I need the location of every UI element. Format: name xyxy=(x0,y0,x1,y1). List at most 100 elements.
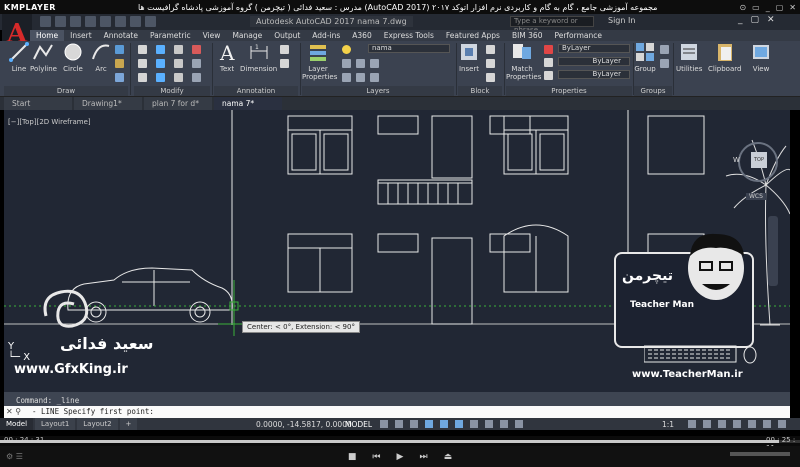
customization-icon[interactable] xyxy=(778,420,786,428)
play-icon[interactable]: ▶ xyxy=(397,452,404,462)
scale-icon[interactable] xyxy=(156,73,165,82)
workspace-switch-icon[interactable] xyxy=(688,420,696,428)
tab-bim360[interactable]: BIM 360 xyxy=(506,30,549,41)
tab-home[interactable]: Home xyxy=(30,30,65,41)
layer-tool-icon[interactable] xyxy=(356,73,365,82)
block-group-label[interactable]: Block xyxy=(458,86,502,96)
tab-express-tools[interactable]: Express Tools xyxy=(378,30,440,41)
create-block-icon[interactable] xyxy=(486,45,495,54)
layer-on-icon[interactable] xyxy=(342,45,351,54)
group-edit-icon[interactable] xyxy=(660,59,669,68)
edit-block-icon[interactable] xyxy=(486,59,495,68)
tab-model[interactable]: Model xyxy=(0,418,34,430)
circle-button[interactable]: Circle xyxy=(62,41,84,73)
quick-access-toolbar[interactable] xyxy=(40,16,156,27)
dimension-button[interactable]: 1 Dimension xyxy=(240,41,277,73)
tab-add-ins[interactable]: Add-ins xyxy=(306,30,346,41)
selection-cycling-icon[interactable] xyxy=(500,420,508,428)
polyline-button[interactable]: Polyline xyxy=(30,41,57,73)
group-button[interactable]: Group xyxy=(634,41,656,73)
layer-tool-icon[interactable] xyxy=(342,59,351,68)
annotation-monitor-icon[interactable] xyxy=(703,420,711,428)
match-properties-button[interactable]: Match Properties xyxy=(506,41,541,81)
lineweight-icon[interactable] xyxy=(544,58,553,67)
ribbon-tabs[interactable]: Home Insert Annotate Parametric View Man… xyxy=(30,30,800,41)
osnap-icon[interactable] xyxy=(440,420,448,428)
leader-icon[interactable] xyxy=(280,45,289,54)
tab-featured-apps[interactable]: Featured Apps xyxy=(440,30,506,41)
tab-a360[interactable]: A360 xyxy=(346,30,377,41)
layer-properties-button[interactable]: Layer Properties xyxy=(302,41,337,81)
tab-performance[interactable]: Performance xyxy=(548,30,608,41)
rectangle-icon[interactable] xyxy=(115,45,124,54)
model-space-button[interactable]: MODEL xyxy=(345,420,372,429)
properties-group-label[interactable]: Properties xyxy=(506,86,632,96)
mirror-icon[interactable] xyxy=(156,59,165,68)
quick-properties-icon[interactable] xyxy=(733,420,741,428)
sign-in-button[interactable]: Sign In xyxy=(608,16,635,25)
text-button[interactable]: A Text xyxy=(216,41,238,73)
offset-icon[interactable] xyxy=(192,73,201,82)
insert-button[interactable]: Insert xyxy=(458,41,480,73)
layer-tool-icon[interactable] xyxy=(356,59,365,68)
stop-icon[interactable]: ■ xyxy=(348,452,357,462)
annotation-scale[interactable]: 1:1 xyxy=(662,420,674,429)
document-tabs[interactable]: Start Drawing1* plan 7 for d* nama 7* xyxy=(0,97,800,110)
tab-layout2[interactable]: Layout2 xyxy=(77,418,118,430)
tab-layout1[interactable]: Layout1 xyxy=(35,418,76,430)
fillet-icon[interactable] xyxy=(174,59,183,68)
table-icon[interactable] xyxy=(280,59,289,68)
open-icon[interactable] xyxy=(55,16,66,27)
autocad-window-controls[interactable]: _ ▢ ✕ xyxy=(738,15,775,25)
layers-group-label[interactable]: Layers xyxy=(302,86,454,96)
new-icon[interactable] xyxy=(40,16,51,27)
tab-view[interactable]: View xyxy=(197,30,227,41)
stretch-icon[interactable] xyxy=(138,73,147,82)
eject-icon[interactable]: ⏏ xyxy=(444,452,453,462)
color-dropdown[interactable]: ByLayer xyxy=(558,44,630,53)
utilities-button[interactable]: Utilities xyxy=(676,41,702,73)
close-button[interactable]: ✕ xyxy=(767,15,775,25)
doc-tab-plan7[interactable]: plan 7 for d* xyxy=(144,97,212,110)
otrack-icon[interactable] xyxy=(455,420,463,428)
kmplayer-option-icon[interactable]: ⊙ xyxy=(739,3,746,12)
doc-tab-drawing1[interactable]: Drawing1* xyxy=(74,97,142,110)
volume-slider[interactable] xyxy=(730,452,790,456)
layer-tool-icon[interactable] xyxy=(370,73,379,82)
annotation-visibility-icon[interactable] xyxy=(515,420,523,428)
command-line-input[interactable]: - LINE Specify first point: xyxy=(4,406,790,418)
kmplayer-window-controls[interactable]: ⊙ ▭ _ ▢ ✕ xyxy=(739,3,796,12)
linetype-dropdown[interactable]: ByLayer xyxy=(558,70,630,79)
viewport-controls[interactable]: [−][Top][2D Wireframe] xyxy=(8,118,91,126)
line-button[interactable]: Line xyxy=(8,41,30,73)
doc-tab-nama7[interactable]: nama 7* xyxy=(214,97,282,110)
arc-button[interactable]: Arc xyxy=(90,41,112,73)
viewcube-west[interactable]: W xyxy=(733,156,740,164)
tab-parametric[interactable]: Parametric xyxy=(144,30,197,41)
move-icon[interactable] xyxy=(138,45,147,54)
previous-icon[interactable]: ⏮ xyxy=(372,452,380,462)
layer-tool-icon[interactable] xyxy=(370,59,379,68)
tab-annotate[interactable]: Annotate xyxy=(98,30,144,41)
status-tray[interactable] xyxy=(688,420,786,428)
isolate-objects-icon[interactable] xyxy=(748,420,756,428)
workspace-icon[interactable] xyxy=(145,16,156,27)
navigation-bar[interactable] xyxy=(768,216,778,286)
color-icon[interactable] xyxy=(544,45,553,54)
tab-output[interactable]: Output xyxy=(268,30,306,41)
annotation-group-label[interactable]: Annotation xyxy=(214,86,298,96)
region-icon[interactable] xyxy=(115,73,124,82)
erase-icon[interactable] xyxy=(192,45,201,54)
groups-group-label[interactable]: Groups xyxy=(634,86,672,96)
kmplayer-maximize-button[interactable]: ▢ xyxy=(776,3,784,12)
kmplayer-settings-icon[interactable]: ⚙ ☰ xyxy=(6,452,23,461)
minimize-button[interactable]: _ xyxy=(738,15,743,25)
modify-group-label[interactable]: Modify xyxy=(134,86,210,96)
rotate-icon[interactable] xyxy=(156,45,165,54)
add-layout-button[interactable]: + xyxy=(119,418,138,430)
clipboard-button[interactable]: Clipboard xyxy=(708,41,741,73)
copy-icon[interactable] xyxy=(138,59,147,68)
ungroup-icon[interactable] xyxy=(660,45,669,54)
print-icon[interactable] xyxy=(100,16,111,27)
kmplayer-minimize-button[interactable]: _ xyxy=(766,3,770,12)
